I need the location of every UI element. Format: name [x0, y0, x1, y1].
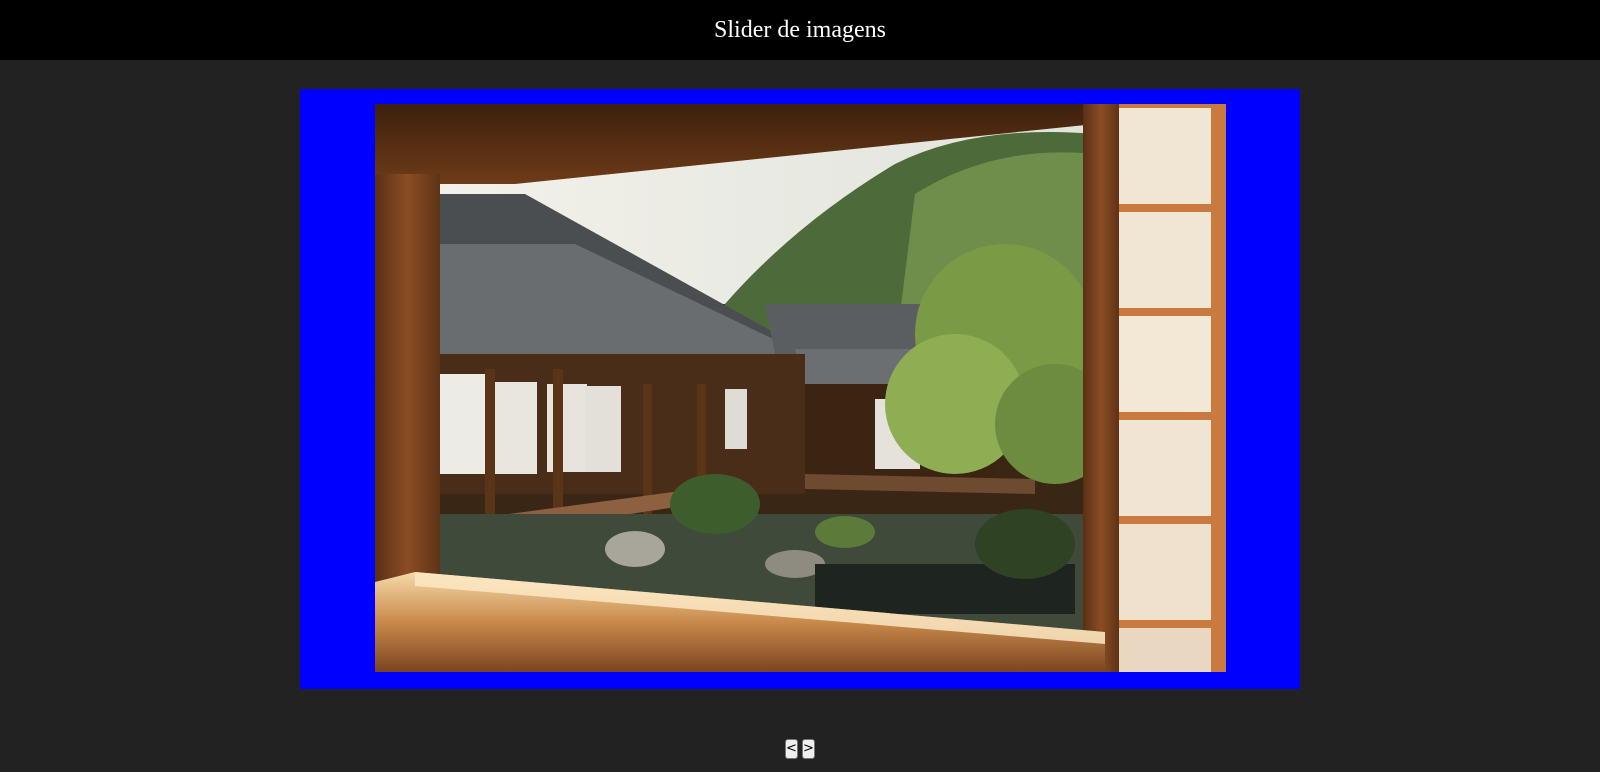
page-header: Slider de imagens [0, 0, 1600, 60]
page-title: Slider de imagens [714, 16, 886, 43]
slider-controls: < > [785, 739, 815, 759]
slider-frame [300, 89, 1300, 689]
prev-button[interactable]: < [785, 739, 798, 759]
next-button[interactable]: > [802, 739, 815, 759]
slide-image [375, 104, 1226, 672]
